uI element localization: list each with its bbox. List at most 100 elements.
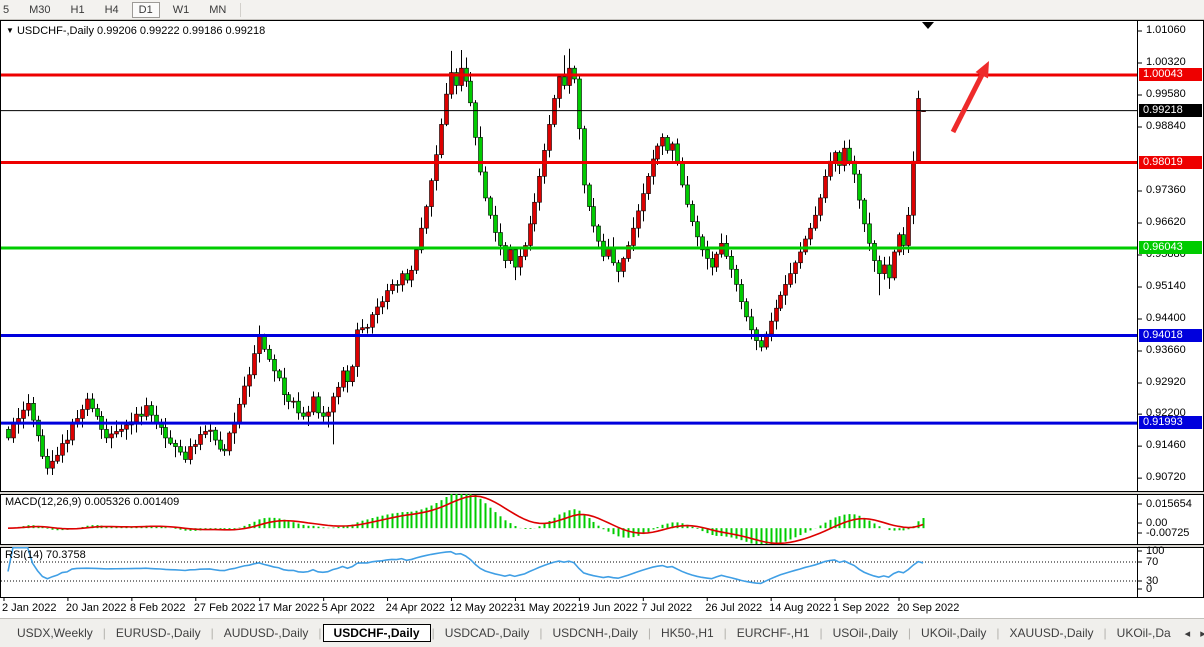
candle-body	[750, 317, 754, 330]
candle-body	[578, 79, 582, 129]
candle-body	[775, 308, 779, 321]
candle-body	[223, 449, 227, 451]
candle-body	[273, 359, 277, 371]
candle-body	[150, 405, 154, 415]
candle-body	[435, 155, 439, 181]
symbol-tab-ukoil-daily[interactable]: UKOil-,Daily	[912, 624, 995, 642]
candle-body	[548, 124, 552, 150]
candle-body	[287, 395, 291, 402]
candle-body	[907, 215, 911, 245]
tab-scroll-right-icon[interactable]: ▸	[1195, 627, 1204, 640]
candle-body	[494, 215, 498, 232]
candle-body	[307, 412, 311, 416]
candle-body	[706, 250, 710, 259]
candle-body	[401, 274, 405, 285]
price-tick-label: 0.93660	[1146, 344, 1186, 357]
chart-canvas[interactable]	[0, 0, 1204, 647]
candle-body	[789, 274, 793, 285]
candle-body	[283, 378, 287, 395]
collapse-triangle-icon[interactable]: ▼	[6, 26, 14, 35]
candle-body	[563, 77, 567, 86]
candle-body	[883, 265, 887, 274]
candle-body	[179, 447, 183, 453]
candle-body	[238, 404, 242, 423]
candle-body	[711, 258, 715, 267]
symbol-tab-usdchf-daily[interactable]: USDCHF-,Daily	[323, 624, 431, 642]
candle-body	[110, 434, 114, 438]
candle-body	[499, 233, 503, 246]
candle-body	[469, 81, 473, 103]
candle-body	[346, 371, 350, 382]
candle-body	[22, 410, 26, 418]
candle-body	[622, 258, 626, 271]
candle-body	[184, 452, 188, 459]
date-tick-label: 8 Feb 2022	[130, 602, 186, 615]
chart-ohlc-values: 0.99206 0.99222 0.99186 0.99218	[97, 25, 265, 37]
candle-body	[81, 409, 85, 418]
date-tick-label: 17 Mar 2022	[258, 602, 320, 615]
price-tick-label: 0.91460	[1146, 439, 1186, 452]
candle-body	[135, 414, 139, 422]
candle-body	[519, 256, 523, 267]
symbol-tab-usoil-daily[interactable]: USOil-,Daily	[824, 624, 907, 642]
symbol-tab-eurchf-h1[interactable]: EURCHF-,H1	[728, 624, 819, 642]
date-tick-label: 14 Aug 2022	[769, 602, 831, 615]
candle-body	[597, 226, 601, 241]
date-tick-label: 1 Sep 2022	[833, 602, 889, 615]
chart-frame	[0, 21, 1204, 598]
candle-body	[612, 248, 616, 263]
candle-body	[194, 444, 198, 446]
date-tick-label: 26 Jul 2022	[705, 602, 762, 615]
candle-body	[588, 185, 592, 207]
candle-body	[902, 235, 906, 246]
candle-body	[219, 440, 223, 449]
candle-body	[120, 429, 124, 431]
candle-body	[760, 341, 764, 347]
candle-body	[56, 455, 60, 461]
candle-body	[174, 443, 178, 446]
symbol-tab-bar: USDX,Weekly|EURUSD-,Daily|AUDUSD-,Daily|…	[0, 618, 1204, 647]
candle-body	[715, 254, 719, 267]
date-tick-label: 31 May 2022	[513, 602, 577, 615]
candle-body	[538, 176, 542, 202]
candle-body	[243, 386, 247, 404]
candle-body	[529, 224, 533, 246]
level-price-badge: 1.00043	[1139, 68, 1202, 81]
candle-body	[391, 284, 395, 290]
candle-body	[204, 431, 208, 434]
price-tick-label: 0.99580	[1146, 88, 1186, 101]
symbol-tab-eurusd-daily[interactable]: EURUSD-,Daily	[107, 624, 210, 642]
candle-body	[917, 98, 921, 161]
symbol-tab-usdx-weekly[interactable]: USDX,Weekly	[8, 624, 102, 642]
price-tick-label: 0.97360	[1146, 184, 1186, 197]
macd-tick-label: -0.00725	[1146, 527, 1189, 540]
symbol-tab-audusd-daily[interactable]: AUDUSD-,Daily	[215, 624, 318, 642]
candle-body	[32, 403, 36, 420]
candle-body	[96, 409, 100, 417]
candle-body	[342, 371, 346, 387]
symbol-tab-hk50-h1[interactable]: HK50-,H1	[652, 624, 723, 642]
candle-body	[86, 399, 90, 409]
symbol-tab-usdcnh-daily[interactable]: USDCNH-,Daily	[544, 624, 647, 642]
candle-body	[51, 461, 55, 468]
tab-scroll-left-icon[interactable]: ◂	[1180, 627, 1196, 640]
date-tick-label: 27 Feb 2022	[194, 602, 256, 615]
candle-body	[351, 367, 355, 382]
candle-body	[322, 413, 326, 416]
symbol-tab-usdcad-daily[interactable]: USDCAD-,Daily	[436, 624, 539, 642]
candle-body	[558, 77, 562, 99]
candle-body	[893, 252, 897, 278]
candle-body	[140, 414, 144, 416]
symbol-tab-xauusd-daily[interactable]: XAUUSD-,Daily	[1001, 624, 1103, 642]
candle-body	[125, 425, 129, 429]
candle-body	[799, 252, 803, 263]
candle-body	[376, 307, 380, 315]
candle-body	[779, 295, 783, 308]
candle-body	[553, 98, 557, 124]
symbol-tab-ukoil-da[interactable]: UKOil-,Da	[1108, 624, 1180, 642]
candle-body	[189, 447, 193, 460]
candle-body	[878, 261, 882, 274]
date-tick-label: 20 Jan 2022	[66, 602, 127, 615]
price-tick-label: 1.01060	[1146, 24, 1186, 37]
candle-body	[642, 194, 646, 211]
